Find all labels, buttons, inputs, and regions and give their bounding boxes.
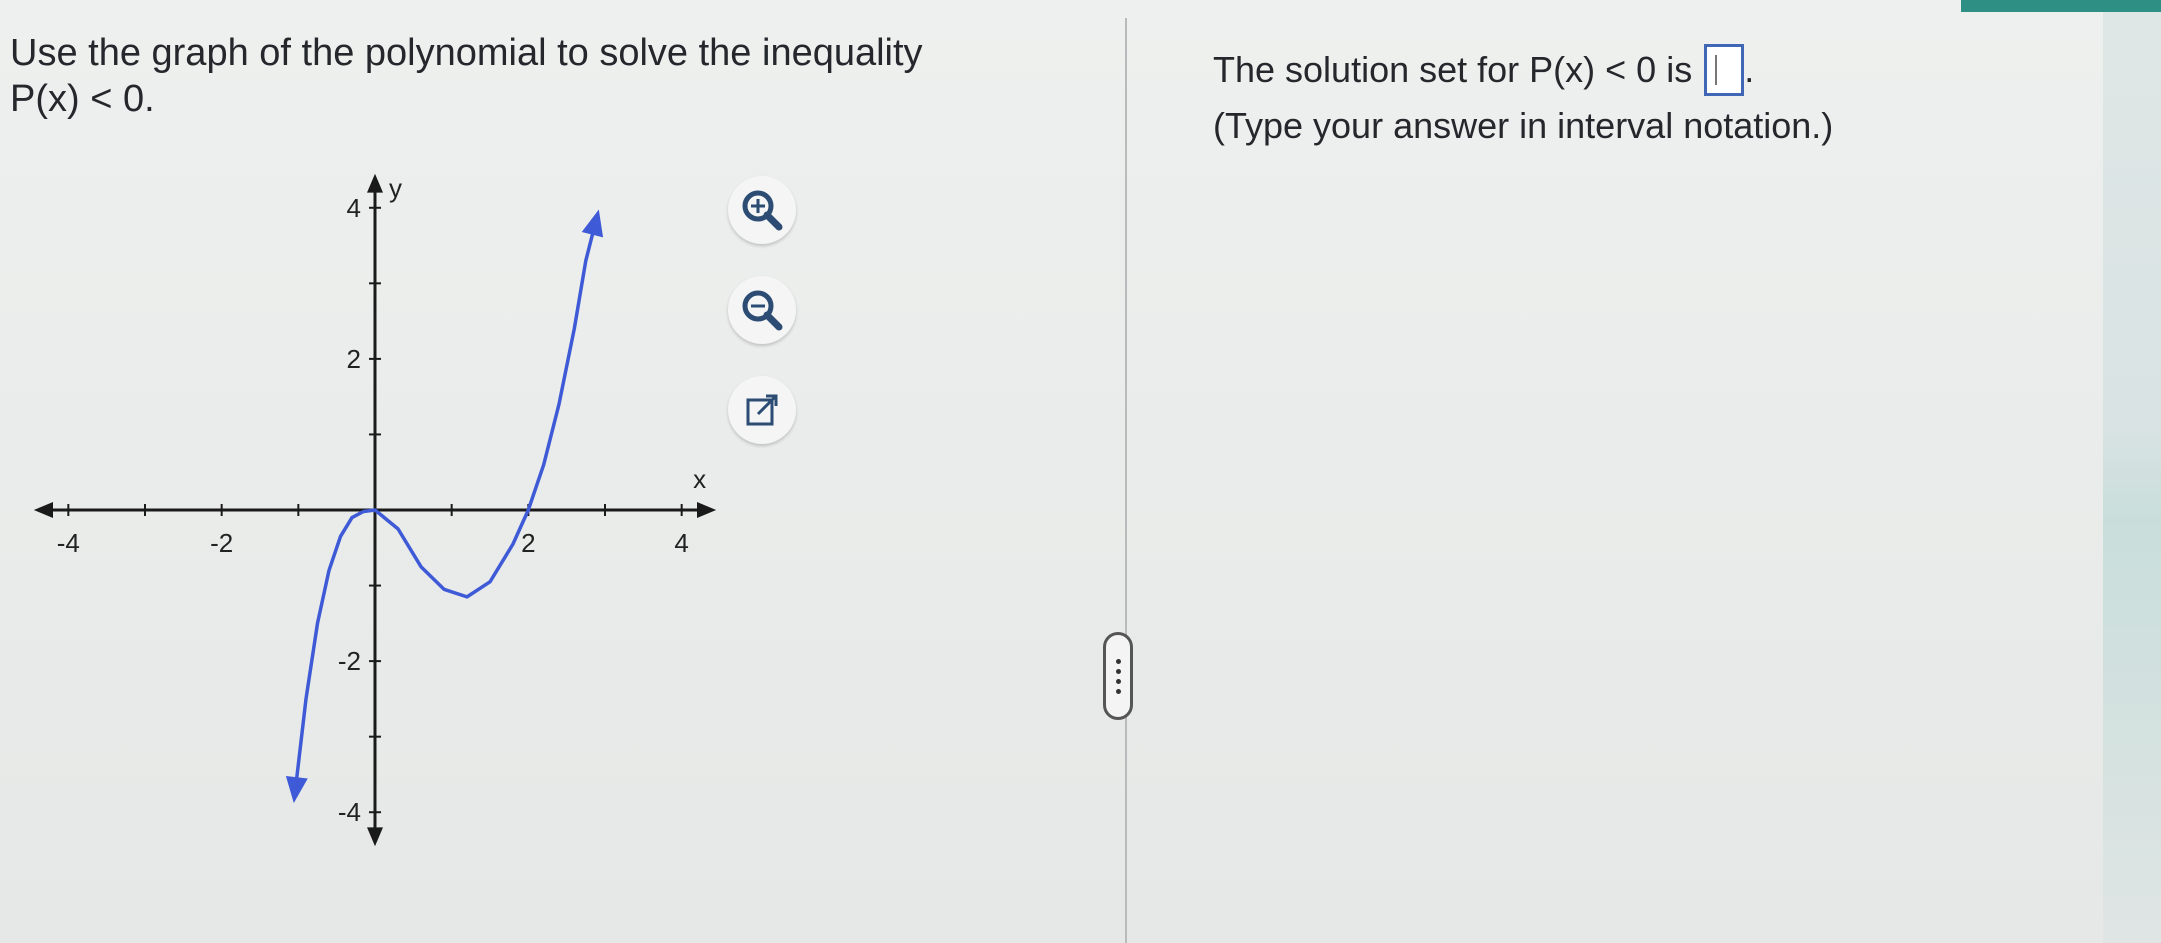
y-tick-label: 4 xyxy=(347,193,361,223)
y-tick-label: -4 xyxy=(338,797,361,827)
x-tick-label: -4 xyxy=(57,528,80,558)
zoom-in-button[interactable] xyxy=(728,176,796,244)
y-axis-top-arrow xyxy=(367,173,383,193)
open-in-new-window-button[interactable] xyxy=(728,376,796,444)
y-axis-label: y xyxy=(389,173,402,203)
handle-dot xyxy=(1115,678,1121,684)
window-edge xyxy=(2103,0,2161,943)
question-line-1: Use the graph of the polynomial to solve… xyxy=(10,32,923,74)
x-tick-label: 4 xyxy=(674,528,688,558)
x-axis-label: x xyxy=(693,464,706,494)
x-axis-left-arrow xyxy=(33,502,53,518)
text-caret xyxy=(1715,55,1718,85)
x-axis-right-arrow xyxy=(697,502,717,518)
answer-prompt-line: The solution set for P(x) < 0 is . xyxy=(1213,44,1754,96)
answer-instruction: (Type your answer in interval notation.) xyxy=(1213,105,1834,146)
handle-dot xyxy=(1115,688,1121,694)
question-text: Use the graph of the polynomial to solve… xyxy=(10,30,1010,122)
answer-prompt: The solution set for P(x) < 0 is xyxy=(1213,49,1693,90)
pane-resize-handle[interactable] xyxy=(1103,632,1133,720)
handle-dot xyxy=(1115,668,1121,674)
zoom-out-icon xyxy=(742,290,783,331)
y-axis-bottom-arrow xyxy=(367,827,383,847)
zoom-in-icon xyxy=(742,190,783,231)
polynomial-curve xyxy=(292,214,599,798)
question-pane: Use the graph of the polynomial to solve… xyxy=(0,0,1128,943)
pane-divider xyxy=(1125,18,1127,943)
y-tick-label: -2 xyxy=(338,646,361,676)
y-tick-label: 2 xyxy=(347,344,361,374)
external-link-icon xyxy=(746,394,778,426)
zoom-out-button[interactable] xyxy=(728,276,796,344)
x-tick-label: 2 xyxy=(521,528,535,558)
answer-punctuation: . xyxy=(1744,49,1755,90)
answer-input-box[interactable] xyxy=(1704,44,1745,96)
handle-dot xyxy=(1115,658,1121,664)
x-tick-label: -2 xyxy=(210,528,233,558)
curve-right-arrow xyxy=(581,209,604,238)
curve-left-arrow xyxy=(285,775,308,804)
polynomial-graph: -4 -2 2 4 4 2 -2 -4 x y xyxy=(33,173,717,847)
question-line-2: P(x) < 0. xyxy=(10,78,155,120)
